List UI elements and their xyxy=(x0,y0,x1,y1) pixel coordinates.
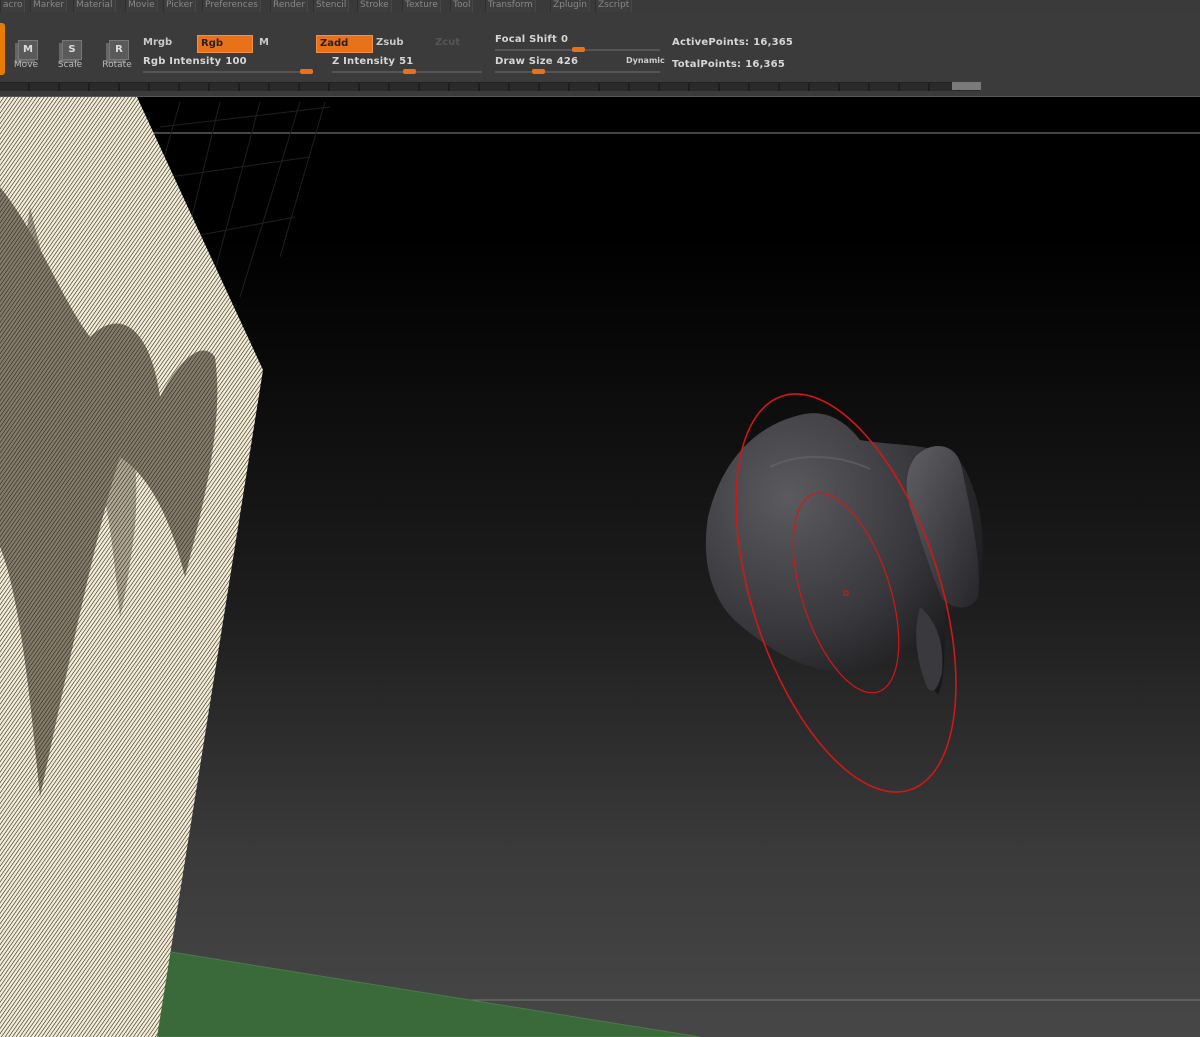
focal-shift-slider[interactable] xyxy=(495,47,660,52)
move-icon: M xyxy=(18,40,38,60)
move-label: Move xyxy=(13,60,39,70)
menu-macro[interactable]: acro xyxy=(0,0,26,12)
slider-knob[interactable] xyxy=(531,69,545,74)
menu-movie[interactable]: Movie xyxy=(125,0,158,12)
scale-button[interactable]: S Scale xyxy=(50,40,90,82)
shelf-scrollbar[interactable] xyxy=(0,82,980,91)
slider-knob[interactable] xyxy=(571,47,585,52)
menu-zplugin[interactable]: Zplugin xyxy=(550,0,591,12)
rgb-intensity-label: Rgb Intensity 100 xyxy=(143,56,247,67)
menu-bar: acro Marker Material Movie Picker Prefer… xyxy=(0,0,1200,14)
zadd-button[interactable]: Zadd xyxy=(316,35,373,53)
rotate-icon: R xyxy=(109,40,129,60)
move-button[interactable]: M Move xyxy=(6,40,46,82)
zsub-button[interactable]: Zsub xyxy=(373,35,430,51)
active-points-readout: ActivePoints: 16,365 xyxy=(672,37,794,48)
dynamic-toggle[interactable]: Dynamic xyxy=(626,56,665,65)
menu-marker[interactable]: Marker xyxy=(30,0,68,12)
total-points-readout: TotalPoints: 16,365 xyxy=(672,59,785,70)
draw-size-label: Draw Size 426 xyxy=(495,56,579,67)
slider-knob[interactable] xyxy=(402,69,416,74)
zcut-button[interactable]: Zcut xyxy=(432,35,475,51)
z-intensity-label: Z Intensity 51 xyxy=(332,56,414,67)
menu-picker[interactable]: Picker xyxy=(163,0,196,12)
rgb-button[interactable]: Rgb xyxy=(197,35,253,53)
menu-tool[interactable]: Tool xyxy=(450,0,474,12)
scale-label: Scale xyxy=(57,60,83,70)
menu-preferences[interactable]: Preferences xyxy=(202,0,261,12)
menu-zscript[interactable]: Zscript xyxy=(595,0,633,12)
rgb-intensity-slider[interactable] xyxy=(143,69,313,74)
slider-knob[interactable] xyxy=(300,69,313,74)
viewport-canvas[interactable] xyxy=(0,97,1200,1037)
mrgb-button[interactable]: Mrgb xyxy=(140,35,195,51)
sculpted-mesh[interactable] xyxy=(705,413,983,695)
draw-mode-button-edge[interactable] xyxy=(0,23,5,75)
document-viewport[interactable] xyxy=(0,97,1200,1037)
menu-render[interactable]: Render xyxy=(270,0,309,12)
menu-material[interactable]: Material xyxy=(73,0,116,12)
menu-transform[interactable]: Transform xyxy=(485,0,536,12)
rotate-label: Rotate xyxy=(102,60,132,70)
menu-stroke[interactable]: Stroke xyxy=(357,0,392,12)
m-button[interactable]: M xyxy=(256,35,313,51)
scale-icon: S xyxy=(62,40,82,60)
menu-stencil[interactable]: Stencil xyxy=(313,0,350,12)
draw-size-slider[interactable] xyxy=(495,69,660,74)
z-intensity-slider[interactable] xyxy=(332,69,482,74)
focal-shift-label: Focal Shift 0 xyxy=(495,34,569,45)
rotate-button[interactable]: R Rotate xyxy=(97,40,137,82)
shelf-scrollbar-thumb[interactable] xyxy=(952,82,981,90)
menu-texture[interactable]: Texture xyxy=(402,0,441,12)
